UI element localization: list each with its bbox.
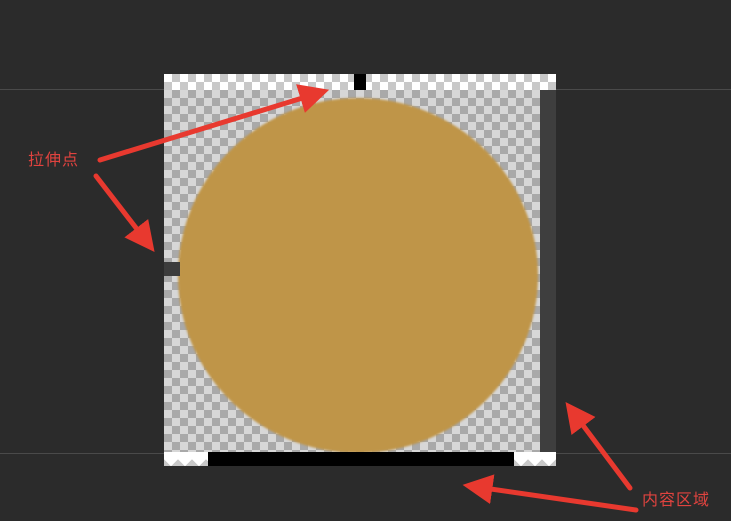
arrow-to-right-content: [565, 402, 633, 491]
stretch-point-label: 拉伸点: [28, 150, 80, 169]
circle-image: [178, 98, 538, 453]
content-marker-bottom[interactable]: [208, 452, 514, 466]
corner-bottom-right: [514, 452, 556, 466]
corner-bottom-left: [164, 452, 208, 466]
content-marker-right[interactable]: [540, 90, 556, 452]
ninepatch-editor-canvas: 拉伸点 内容区域: [0, 0, 731, 521]
content-area-label: 内容区域: [642, 490, 711, 509]
arrow-to-bottom-content: [462, 474, 639, 513]
arrow-to-left-stretch: [93, 173, 155, 252]
stretch-marker-left[interactable]: [164, 262, 180, 276]
stretch-marker-top[interactable]: [354, 74, 366, 90]
